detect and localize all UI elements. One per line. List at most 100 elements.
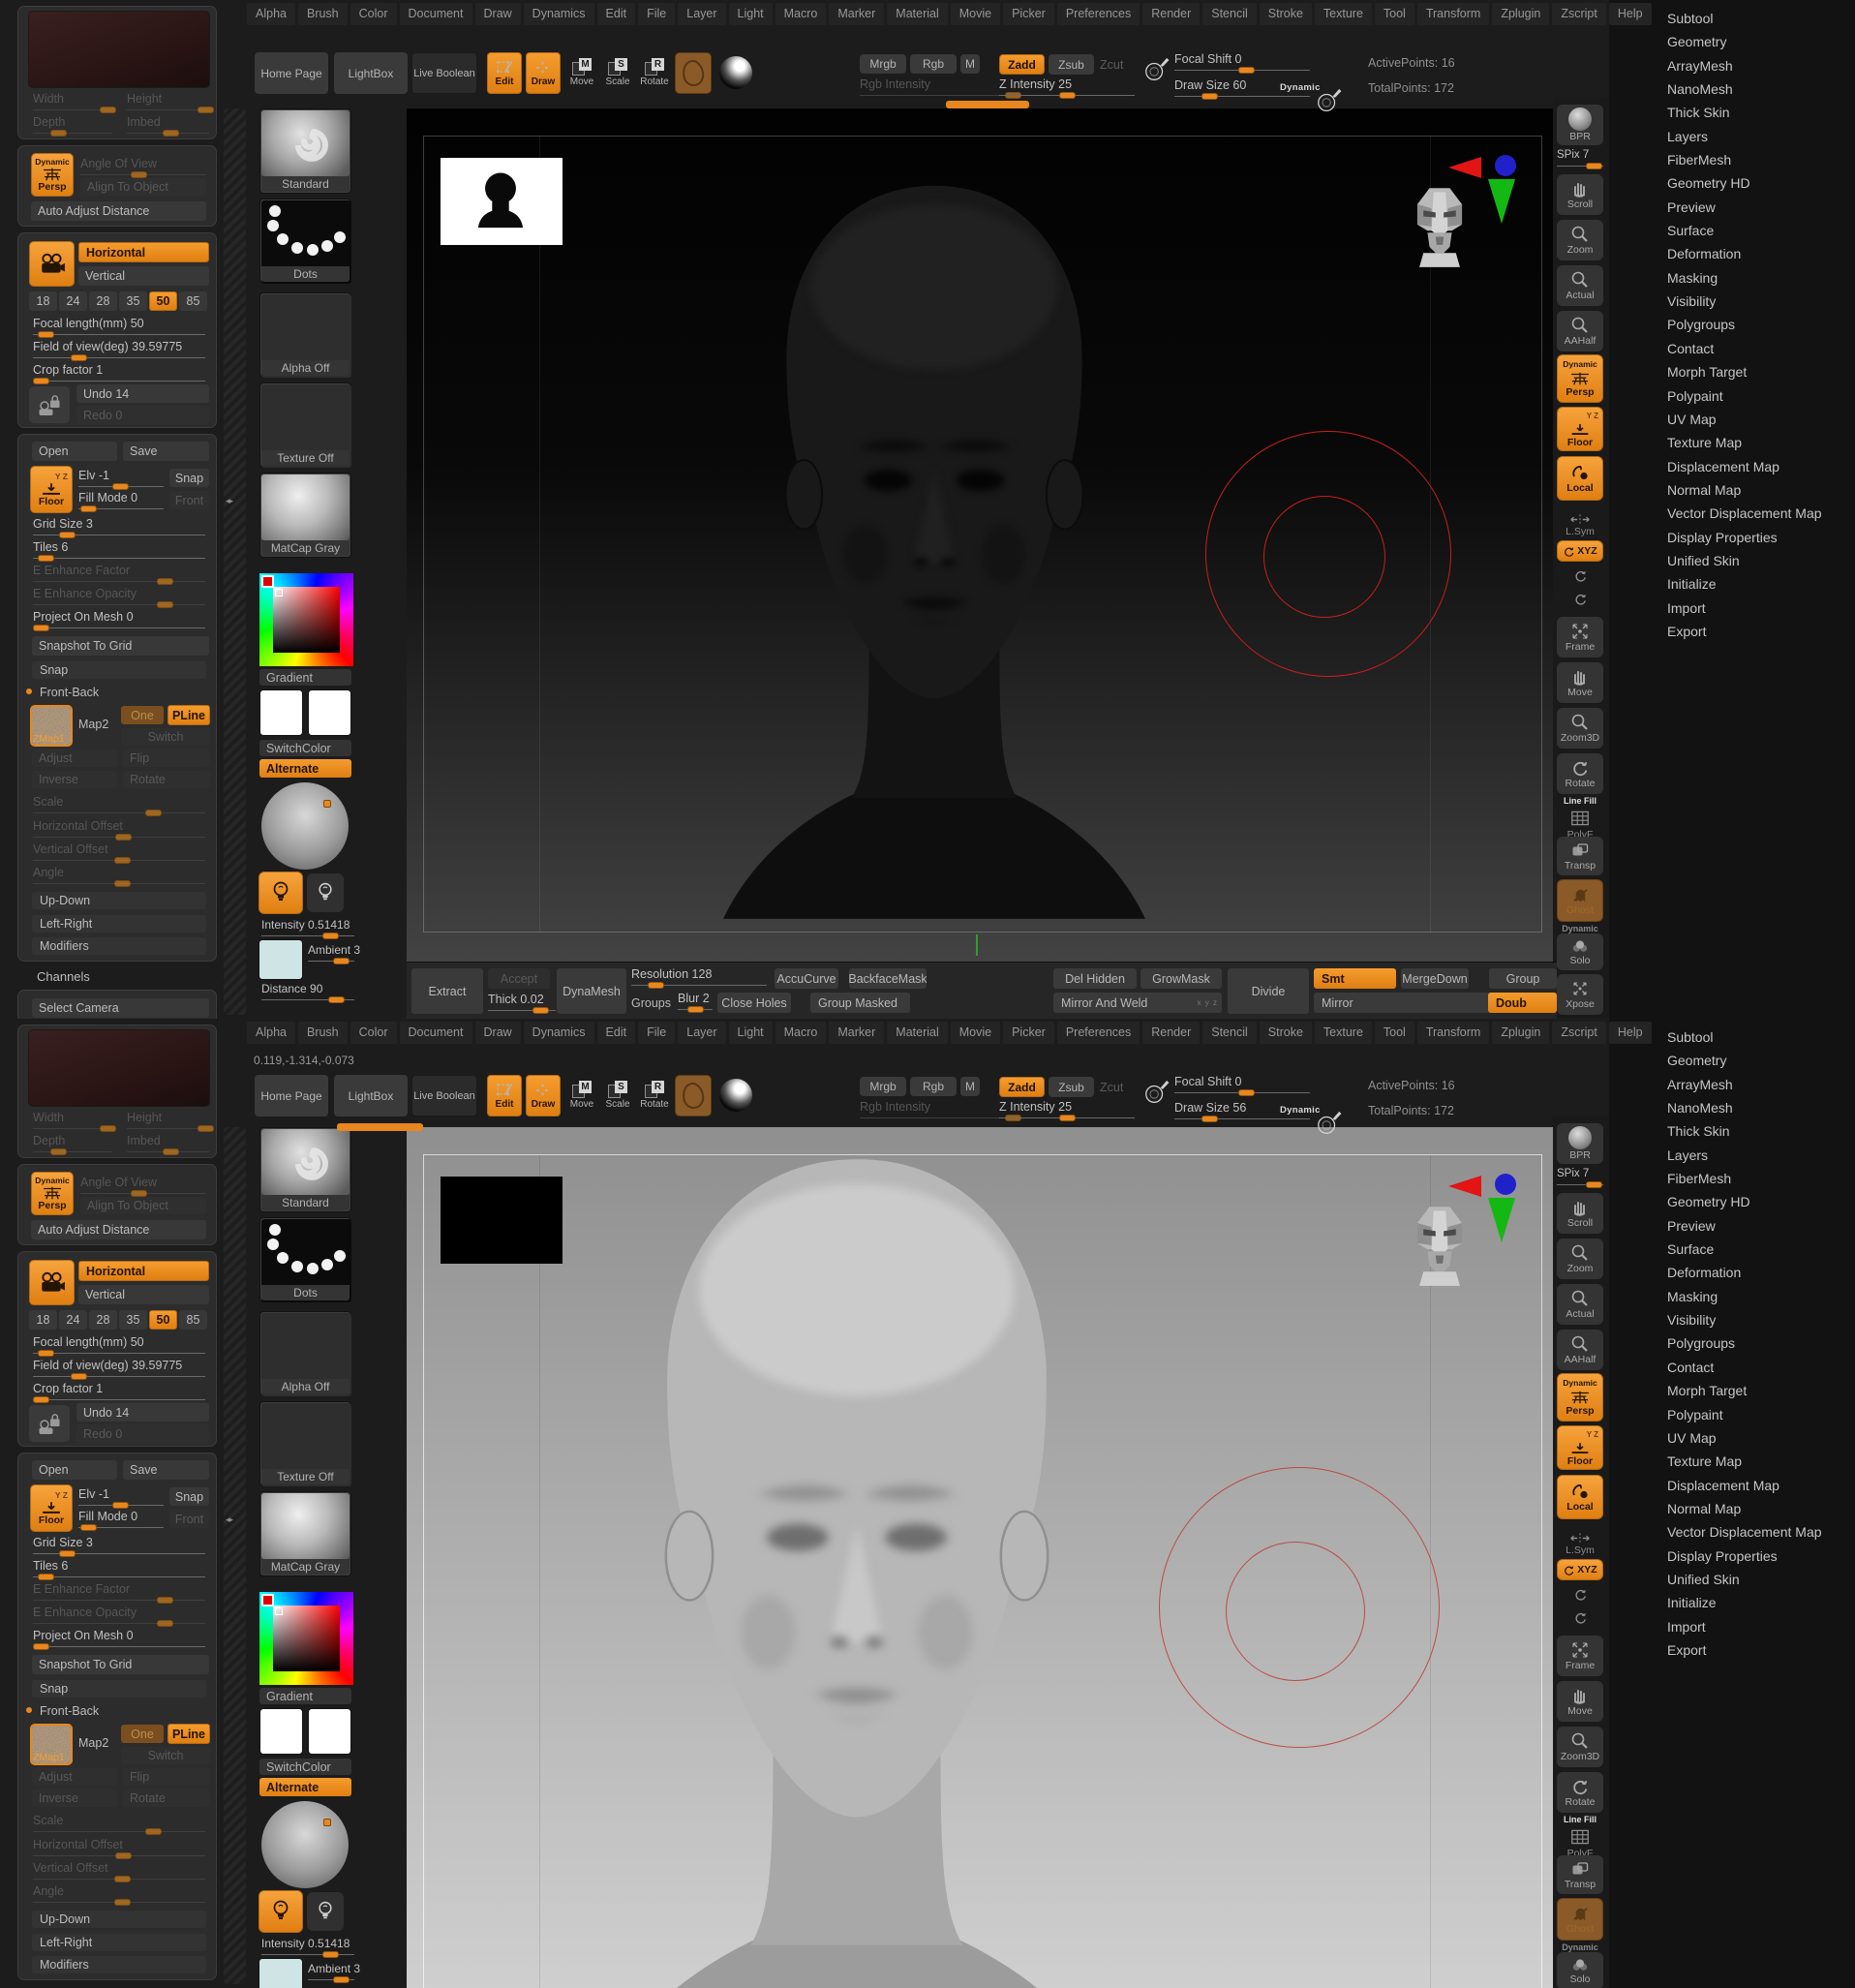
menu-item[interactable]: Render <box>1142 1022 1200 1044</box>
tool-menu-item[interactable]: Geometry HD <box>1667 1190 1855 1213</box>
rotate-y-button[interactable] <box>1557 566 1603 585</box>
front-button[interactable]: Front <box>169 491 209 509</box>
focal-preset-button[interactable]: 24 <box>59 291 87 311</box>
alpha-picker[interactable]: Alpha Off <box>259 292 351 378</box>
alternate-toggle[interactable]: Alternate <box>259 1778 351 1796</box>
switch-button[interactable]: Switch <box>121 728 210 746</box>
e-enhance-opacity-slider[interactable]: E Enhance Opacity <box>33 587 205 605</box>
extract-button[interactable]: Extract <box>411 968 483 1014</box>
tool-menu-item[interactable]: UV Map <box>1667 408 1855 431</box>
material-picker-button[interactable] <box>717 1075 754 1116</box>
growmask-button[interactable]: GrowMask <box>1140 968 1222 989</box>
menu-item[interactable]: Color <box>350 1022 397 1044</box>
e-enhance-factor-slider[interactable]: E Enhance Factor <box>33 1582 205 1601</box>
tiles-slider[interactable]: Tiles 6 <box>33 1559 205 1577</box>
inverse-button[interactable]: Inverse <box>32 771 117 788</box>
scale-slider[interactable]: Scale <box>33 795 205 813</box>
ambient-slider[interactable]: Ambient 3 <box>308 943 354 962</box>
menu-item[interactable]: Zscript <box>1552 3 1606 25</box>
camera-lock-button[interactable] <box>29 1405 70 1442</box>
switchcolor-button[interactable]: SwitchColor <box>259 740 351 756</box>
scroll-button[interactable]: Scroll <box>1557 174 1603 215</box>
switchcolor-button[interactable]: SwitchColor <box>259 1759 351 1775</box>
dynamic-persp-button[interactable]: Dynamic Persp <box>31 1172 74 1215</box>
close-holes-button[interactable]: Close Holes <box>717 993 791 1013</box>
saturation-square[interactable] <box>273 1606 340 1671</box>
scale-button[interactable]: S Scale <box>601 58 634 87</box>
camera-head-gizmo[interactable] <box>1409 1203 1471 1288</box>
light-1-toggle[interactable] <box>258 872 303 914</box>
group-masked-button[interactable]: Group Masked <box>810 993 910 1013</box>
stroke-picker[interactable]: Dots <box>259 1217 351 1302</box>
resolution-slider[interactable]: Resolution 128 <box>631 967 767 986</box>
pline-button[interactable]: PLine <box>167 1724 210 1744</box>
zsub-button[interactable]: Zsub <box>1049 54 1094 75</box>
zoom-button[interactable]: Zoom <box>1557 220 1603 260</box>
distance-slider[interactable]: Distance 90 <box>261 982 354 1000</box>
m-button[interactable]: M <box>960 1077 980 1096</box>
draw-button[interactable]: Draw <box>526 1075 561 1116</box>
divide-button[interactable]: Divide <box>1228 968 1309 1014</box>
scroll-button[interactable]: Scroll <box>1557 1193 1603 1234</box>
actual-button[interactable]: Actual <box>1557 1284 1603 1325</box>
focal-preset-button[interactable]: 85 <box>179 1310 207 1330</box>
menu-item[interactable]: Edit <box>597 3 636 25</box>
menu-item[interactable]: Transform <box>1417 3 1490 25</box>
camera-head-gizmo[interactable] <box>1409 184 1471 269</box>
sculpt-canvas[interactable] <box>407 1127 1557 1988</box>
zcut-button[interactable]: Zcut <box>1100 1081 1123 1094</box>
tool-menu-item[interactable]: FiberMesh <box>1667 1167 1855 1190</box>
menu-item[interactable]: Help <box>1609 3 1652 25</box>
zcut-button[interactable]: Zcut <box>1100 58 1123 72</box>
z-intensity-slider[interactable]: Z Intensity 25 <box>999 1100 1135 1118</box>
menu-item[interactable]: Preferences <box>1057 3 1140 25</box>
move-button[interactable]: M Move <box>565 1081 598 1110</box>
flip-button[interactable]: Flip <box>123 1768 210 1786</box>
zoom3d-button[interactable]: Zoom3D <box>1557 1727 1603 1767</box>
smt-toggle[interactable]: Smt <box>1314 968 1396 989</box>
align-to-object-button[interactable]: Align To Object <box>80 178 206 196</box>
crop-factor-slider[interactable]: Crop factor 1 <box>33 363 205 382</box>
focal-preset-button[interactable]: 35 <box>119 1310 147 1330</box>
tool-menu-item[interactable]: Masking <box>1667 266 1855 290</box>
focal-preset-button[interactable]: 50 <box>149 291 177 311</box>
accept-button[interactable]: Accept <box>488 968 550 989</box>
rgb-intensity-slider[interactable]: Rgb Intensity <box>860 77 1015 96</box>
camera-button[interactable] <box>29 1260 75 1305</box>
zoom3d-button[interactable]: Zoom3D <box>1557 708 1603 749</box>
tool-menu-item[interactable]: Contact <box>1667 337 1855 360</box>
texture-picker[interactable]: Texture Off <box>259 1401 351 1486</box>
crop-factor-slider[interactable]: Crop factor 1 <box>33 1382 205 1400</box>
tool-menu-item[interactable]: Polygroups <box>1667 313 1855 336</box>
depth-slider[interactable]: Depth <box>33 1134 112 1152</box>
menu-item[interactable]: Help <box>1609 1022 1652 1044</box>
floor-toggle[interactable]: Y Z Floor <box>1557 1425 1603 1470</box>
tool-menu-item[interactable]: Masking <box>1667 1285 1855 1308</box>
menu-item[interactable]: Brush <box>298 3 348 25</box>
home-page-button[interactable]: Home Page <box>255 52 328 94</box>
snap-section-row[interactable]: Snap <box>32 1680 206 1697</box>
menu-item[interactable]: Alpha <box>247 1022 295 1044</box>
tool-menu-item[interactable]: Displacement Map <box>1667 1474 1855 1497</box>
tool-menu-item[interactable]: Unified Skin <box>1667 549 1855 572</box>
rotate-map-button[interactable]: Rotate <box>123 1789 210 1807</box>
redo-button[interactable]: Redo 0 <box>76 1424 209 1443</box>
menu-item[interactable]: Stroke <box>1260 1022 1312 1044</box>
light-placement-sphere[interactable] <box>261 1801 349 1888</box>
menu-item[interactable]: Dynamics <box>524 1022 594 1044</box>
canvas-divider-handle[interactable] <box>337 1123 423 1131</box>
inverse-button[interactable]: Inverse <box>32 1789 117 1807</box>
tool-menu-item[interactable]: Surface <box>1667 1238 1855 1261</box>
frame-button[interactable]: Frame <box>1557 1636 1603 1676</box>
zsub-button[interactable]: Zsub <box>1049 1077 1094 1097</box>
snap-button[interactable]: Snap <box>169 469 209 487</box>
menu-item[interactable]: File <box>638 3 675 25</box>
tool-menu-item[interactable]: Subtool <box>1667 7 1855 30</box>
tool-menu-item[interactable]: Contact <box>1667 1356 1855 1379</box>
menu-item[interactable]: Material <box>887 1022 947 1044</box>
material-picker-shelf[interactable]: MatCap Gray <box>259 473 351 558</box>
focal-length-slider[interactable]: Focal length(mm) 50 <box>33 317 205 335</box>
persp-toggle[interactable]: Dynamic Persp <box>1557 354 1603 403</box>
field-of-view-slider[interactable]: Field of view(deg) 39.59775 <box>33 340 205 358</box>
grid-size-slider[interactable]: Grid Size 3 <box>33 517 205 535</box>
